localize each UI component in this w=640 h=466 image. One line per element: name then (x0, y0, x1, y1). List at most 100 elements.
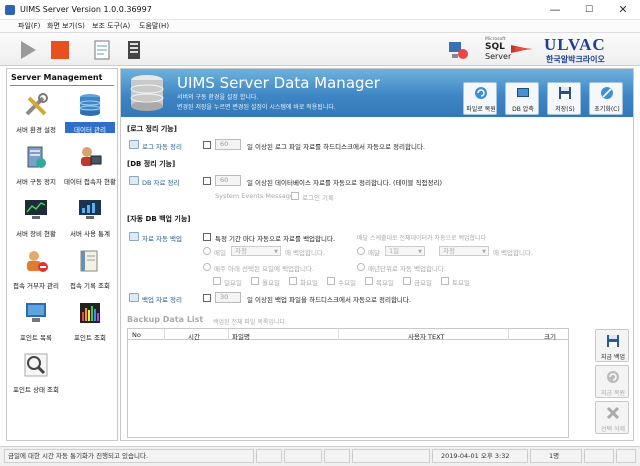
status-users: 1명 (530, 449, 582, 463)
daily-label: 매일 (214, 249, 226, 257)
nav-access-log[interactable]: 접속 기록 조회 (63, 245, 117, 299)
login-record-checkbox[interactable] (291, 192, 299, 200)
monthly-time-select[interactable]: 자정 ▼ (439, 246, 489, 256)
backup-now-button[interactable]: 지금 백업 (595, 329, 629, 362)
menu-file[interactable]: 파일(F) (18, 21, 40, 31)
chart-monitor-icon (25, 200, 47, 219)
tools-icon (25, 93, 48, 116)
sunday-checkbox[interactable] (213, 277, 221, 285)
status-datetime: 2019-04-01 오후 3:32 (432, 449, 528, 463)
db-clean-checkbox[interactable] (203, 177, 211, 185)
nav-server-settings[interactable]: 서버 환경 설정 (9, 89, 63, 143)
nav-point-search[interactable]: 포인트 조회 (63, 297, 117, 351)
db-compress-button[interactable]: DB 압축 (505, 82, 539, 115)
minimize-button[interactable]: — (540, 2, 570, 18)
status-bar: 금일에 대한 시간 자동 통기화가 진행되고 있습니다. 2019-04-01 … (0, 446, 640, 466)
close-button[interactable]: ✕ (608, 2, 638, 18)
reset-button[interactable]: 초기화(C) (589, 82, 623, 115)
stop-icon[interactable] (48, 38, 72, 62)
nav-server-equipment[interactable]: 서버 장비 현황 (9, 193, 63, 247)
menu-view[interactable]: 화면 보기(S) (47, 21, 85, 31)
backup-cleanup-checkbox[interactable] (203, 294, 211, 302)
menu-help[interactable]: 도움말(H) (139, 21, 169, 31)
auto-backup-checkbox[interactable] (203, 233, 211, 241)
thursday-checkbox[interactable] (365, 277, 373, 285)
chevron-down-icon: ▼ (482, 249, 486, 255)
yearly-label: 매년단위로 자동 백업합니다. (368, 265, 446, 273)
monday-label: 월요일 (262, 279, 280, 287)
nav-server-stats[interactable]: 서버 사용 통계 (63, 193, 117, 247)
app-icon (5, 5, 15, 15)
backup-cleanup-icon (129, 293, 139, 302)
save-button[interactable]: 저장(S) (547, 82, 581, 115)
log-days-input[interactable]: 60 (215, 139, 241, 150)
chevron-down-icon: ▼ (274, 249, 278, 255)
nav-point-list[interactable]: 포인트 목록 (9, 297, 63, 351)
refresh-icon (475, 87, 487, 99)
database-large-icon (130, 75, 164, 111)
monday-checkbox[interactable] (251, 277, 259, 285)
yearly-radio[interactable] (357, 263, 365, 271)
nav-server-power[interactable]: 서버 구동 정지 (9, 141, 63, 195)
monthly-day-select[interactable]: 1일 ▼ (385, 246, 425, 256)
maximize-button[interactable]: ☐ (574, 2, 604, 18)
monitor-icon (517, 88, 529, 97)
stats-monitor-icon (79, 200, 101, 219)
db-icon (129, 176, 139, 185)
monthly-label: 매달 (368, 249, 380, 257)
system-events-option: System Events Message (215, 192, 294, 200)
backup-schedule-hint: 매달 스케줄대로 전체데이터가 자동으로 백업합니다 (357, 235, 487, 242)
backup-icon (129, 232, 139, 241)
document-icon[interactable] (122, 38, 146, 62)
menu-tools[interactable]: 보조 도구(A) (92, 21, 130, 31)
backup-list-header: No 시간 파일명 사용자 TEXT 크기 (127, 328, 569, 341)
refresh-icon (607, 371, 619, 383)
friday-checkbox[interactable] (403, 277, 411, 285)
play-icon[interactable] (16, 38, 40, 62)
notepad-icon[interactable] (90, 38, 114, 62)
daily-time-select[interactable]: 자정 ▼ (231, 246, 281, 256)
title-bar: UIMS Server Version 1.0.0.36997 — ☐ ✕ (0, 0, 640, 20)
wednesday-label: 수요일 (338, 279, 356, 287)
monthly-radio[interactable] (357, 247, 365, 255)
panel-header: Server Management (11, 73, 103, 82)
delete-selected-button[interactable]: 선택 삭제 (595, 401, 629, 434)
nav-data-management[interactable]: 데이터 관리 (63, 89, 117, 143)
window-title: UIMS Server Version 1.0.0.36997 (20, 5, 152, 14)
backup-list[interactable] (127, 340, 569, 438)
tuesday-checkbox[interactable] (289, 277, 297, 285)
nav-connected-users[interactable]: 데이터 접속자 현황 (63, 141, 117, 195)
user-monitor-icon (81, 147, 102, 166)
backup-cleanup-days-input[interactable]: 30 (215, 292, 241, 303)
restore-now-button[interactable]: 지금 복원 (595, 365, 629, 398)
log-clean-description: 일 이상된 로그 파일 자료를 하드디스크에서 자동으로 정리합니다. (247, 143, 425, 151)
weekly-radio[interactable] (203, 263, 211, 271)
wednesday-checkbox[interactable] (327, 277, 335, 285)
database-icon (79, 94, 101, 116)
column-no[interactable]: No (132, 331, 141, 339)
log-auto-clean-checkbox[interactable] (203, 141, 211, 149)
floppy-disk-icon (559, 87, 571, 99)
db-clean-description: 일 이상된 데이터베이스 자료를 자동으로 정리합니다. (테이블 직접정리) (247, 179, 443, 187)
db-days-input[interactable]: 60 (215, 175, 241, 186)
banner: UIMS Server Data Manager 서버의 구동 환경을 설정 합… (121, 69, 633, 117)
saturday-checkbox[interactable] (441, 277, 449, 285)
server-management-panel: Server Management 서버 환경 설정 데이터 관리 서버 구동 … (6, 68, 118, 441)
backup-list-title: Backup Data List (127, 315, 204, 324)
restore-from-file-button[interactable]: 파일로 복원 (463, 82, 497, 115)
chevron-down-icon: ▼ (418, 249, 422, 255)
list-icon (26, 303, 46, 322)
daily-after-label: 에 백업합니다. (285, 249, 326, 257)
auto-backup-description: 특정 기간 마다 자동으로 자료를 백업합니다. (215, 235, 336, 243)
login-record-label: 로그인 기록 (302, 194, 334, 202)
daily-radio[interactable] (203, 247, 211, 255)
nav-blocked-users[interactable]: 접속 거부자 관리 (9, 245, 63, 299)
backup-cleanup-label: 백업 자료 정리 (142, 296, 183, 304)
menu-bar: 파일(F) 화면 보기(S) 보조 도구(A) 도움말(H) (0, 20, 640, 33)
saturday-label: 토요일 (452, 279, 470, 287)
ulvac-logo: ULVAC 한국알박크라이오 (544, 35, 606, 64)
bars-icon (80, 303, 100, 323)
log-section-title: [로그 정리 기능] (127, 125, 177, 133)
nav-point-status[interactable]: 포인트 상태 조회 (9, 349, 63, 403)
status-progress (352, 449, 430, 463)
